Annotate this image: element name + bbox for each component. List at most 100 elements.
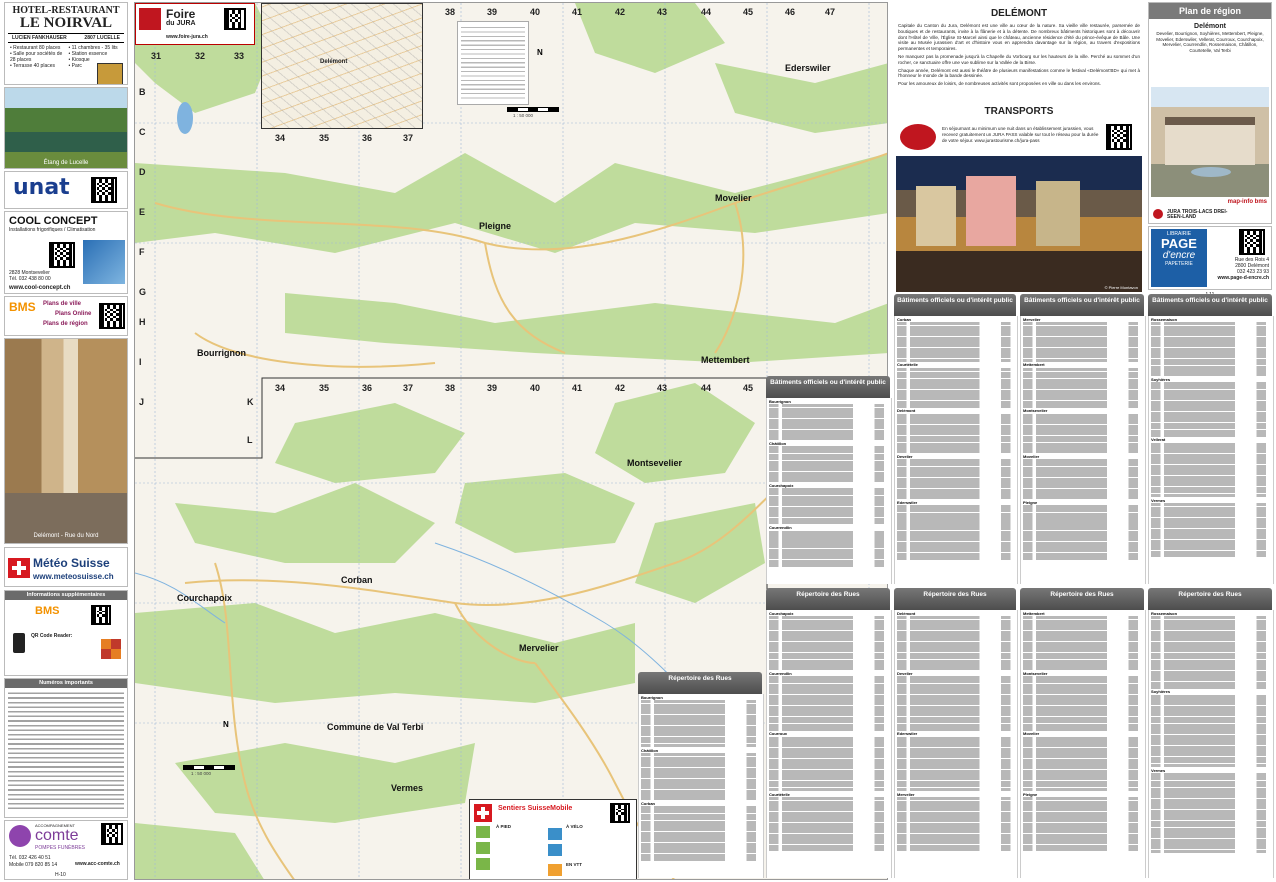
- page-encre-web[interactable]: www.page-d-encre.ch: [1211, 275, 1270, 281]
- directory-section-title: Châtillon: [641, 747, 659, 753]
- town-bourrignon[interactable]: Bourrignon: [197, 348, 246, 358]
- town-pleigne[interactable]: Pleigne: [479, 221, 511, 231]
- scale-text-2: 1 : 50 000: [191, 771, 212, 776]
- foire-qr-code[interactable]: [224, 8, 246, 30]
- delemont-night-photo: © Pierre Montavon: [896, 156, 1142, 292]
- sentiers-a-velo: À VÉLO: [566, 824, 583, 829]
- jura-pass-qr-code[interactable]: [1106, 124, 1132, 150]
- directory-entry: [897, 787, 1015, 792]
- streets-list: Courchapoix Courrendlin Courroux Courtétell…: [766, 610, 892, 878]
- directory-entry: [897, 667, 1015, 671]
- town-mettembert[interactable]: Mettembert: [701, 355, 750, 365]
- unat-ad[interactable]: unat: [4, 171, 128, 209]
- bms-qr-code[interactable]: [99, 303, 125, 329]
- page-encre-line3: d'encre: [1162, 250, 1196, 261]
- directory-section-title: Mervelier: [897, 791, 915, 797]
- grid-col-label: 41: [572, 383, 583, 393]
- grid-row-label: E: [139, 207, 146, 217]
- directory-section-title: Bourrignon: [769, 398, 791, 404]
- foire-jura-ad[interactable]: Foire du JURA www.foire-jura.ch: [135, 3, 255, 45]
- sentiers-suissemobile[interactable]: Sentiers SuisseMobile À PIED À VÉLO EN V…: [469, 799, 637, 879]
- page-encre-ad[interactable]: LIBRAIRIE PAGE d'encre PAPETERIE Rue des…: [1148, 226, 1272, 290]
- delemont-paragraph: Capitale du Canton du Jura, Delémont est…: [898, 23, 1140, 52]
- header-rues-3: Répertoire des Rues: [1020, 588, 1144, 610]
- info-title: Informations supplémentaires: [5, 591, 127, 600]
- grid-col-label: 40: [530, 7, 541, 17]
- comte-ad[interactable]: ACCOMPAGNEMENT comte POMPES FUNÈBRES Tél…: [4, 820, 128, 880]
- directory-section-title: Soyhières: [1151, 689, 1171, 695]
- streets-list: Delémont Develier Ederswiler Mervelier: [894, 610, 1018, 878]
- comte-web[interactable]: www.acc-comte.ch: [75, 861, 120, 867]
- hotel-noirval-ad[interactable]: HOTEL-RESTAURANT LE NOIRVAL LUCIEN FANKH…: [4, 2, 128, 85]
- town-mervelier[interactable]: Mervelier: [519, 643, 559, 653]
- meteo-web[interactable]: www.meteosuisse.ch: [33, 572, 114, 581]
- grid-col-label: 39: [487, 383, 498, 393]
- grid-col-label: 44: [701, 7, 712, 17]
- grid-row-label: K: [247, 397, 254, 407]
- transports-text: En séjournant au minimum une nuit dans u…: [942, 126, 1099, 143]
- town-movelier[interactable]: Movelier: [715, 193, 752, 203]
- grid-col-label: 34: [275, 383, 286, 393]
- directory-entry: [897, 404, 1015, 408]
- streets-list: Mettembert Montsevelier Movelier Pleigne: [1020, 610, 1146, 878]
- hiking-route-icon: [476, 842, 490, 854]
- grid-col-label: 41: [572, 7, 583, 17]
- smartphone-icon: [13, 633, 25, 653]
- grid-col-label: 34: [275, 133, 286, 143]
- cool-web[interactable]: www.cool-concept.ch: [9, 285, 70, 291]
- foire-web[interactable]: www.foire-jura.ch: [166, 34, 208, 40]
- page-encre-qr-code[interactable]: [1239, 229, 1265, 255]
- grid-row-label: H: [139, 317, 146, 327]
- photo-caption: Étang de Lucelle: [43, 160, 89, 166]
- cool-concept-ad[interactable]: COOL CONCEPT Installations frigorifiques…: [4, 211, 128, 294]
- jura-logo-icon: [1153, 209, 1163, 219]
- town-val-terbi[interactable]: Commune de Val Terbi: [327, 722, 423, 732]
- foire-sub: du JURA: [166, 20, 196, 27]
- town-ederswiler[interactable]: Ederswiler: [785, 63, 831, 73]
- comte-phone: Tél. 032 426 40 51: [9, 855, 51, 861]
- directory-entry: [1023, 556, 1143, 560]
- town-montsevelier[interactable]: Montsevelier: [627, 458, 682, 468]
- directory-section-title: Pleigne: [1023, 499, 1038, 505]
- page-encre-line2: PAGE: [1161, 236, 1197, 251]
- grid-row-label: G: [139, 287, 147, 297]
- comte-mobile: Mobile 079 820 85 14: [9, 862, 58, 868]
- hotel-feature: • Terrasse 40 places: [10, 63, 56, 69]
- chateau-photo: [1151, 87, 1269, 197]
- hotel-owner: LUCIEN FANKHAUSER: [12, 35, 67, 41]
- grid-col-label: 33: [234, 51, 245, 61]
- grid-col-label: 47: [825, 7, 836, 17]
- plan-region-title: Plan de région: [1149, 3, 1271, 19]
- hotel-city: 2807 LUCELLE: [84, 35, 120, 41]
- cool-qr-code[interactable]: [49, 242, 75, 268]
- grid-col-label: 36: [362, 383, 373, 393]
- sentiers-en-vtt: EN VTT: [566, 862, 583, 867]
- plan-region-ad[interactable]: Plan de région Delémont Develier, Bourri…: [1148, 2, 1272, 224]
- transports-title: TRANSPORTS: [984, 106, 1054, 117]
- directory-entry: [1023, 848, 1143, 852]
- info-qr-code[interactable]: [91, 605, 111, 625]
- grid-col-label: 46: [785, 7, 796, 17]
- comte-qr-code[interactable]: [101, 823, 123, 845]
- directory-section-title: Movelier: [1023, 453, 1040, 459]
- town-courchapoix[interactable]: Courchapoix: [177, 593, 232, 603]
- grid-col-label: 42: [615, 383, 626, 393]
- bms-ad[interactable]: BMS Plans de ville Plans Online Plans de…: [4, 296, 128, 336]
- header-batiments-map: Bâtiments officiels ou d'intérêt public: [766, 376, 890, 398]
- unat-qr-code[interactable]: [91, 177, 117, 203]
- directory-entry: [1151, 849, 1271, 853]
- sample-qr-icon: [101, 639, 121, 659]
- overview-inset-map[interactable]: Delémont: [261, 3, 423, 129]
- street-caption: Delémont - Rue du Nord: [33, 533, 99, 539]
- directory-section-title: Vermes: [1151, 497, 1166, 503]
- directory-section-title: Montsevelier: [1023, 670, 1048, 676]
- town-corban[interactable]: Corban: [341, 575, 373, 585]
- swiss-cross-icon: [474, 804, 492, 822]
- page-encre-contact: Rue des Rois 4 2800 Delémont 032 423 23 …: [1211, 257, 1270, 281]
- meteosuisse-ad[interactable]: Météo Suisse www.meteosuisse.ch: [4, 547, 128, 587]
- bms-plans-ville: Plans de ville: [43, 301, 82, 307]
- directory-section-title: Mettembert: [1023, 362, 1045, 368]
- grid-row-label: J: [139, 397, 145, 407]
- sentiers-qr-code[interactable]: [610, 803, 630, 823]
- town-vermes[interactable]: Vermes: [391, 783, 423, 793]
